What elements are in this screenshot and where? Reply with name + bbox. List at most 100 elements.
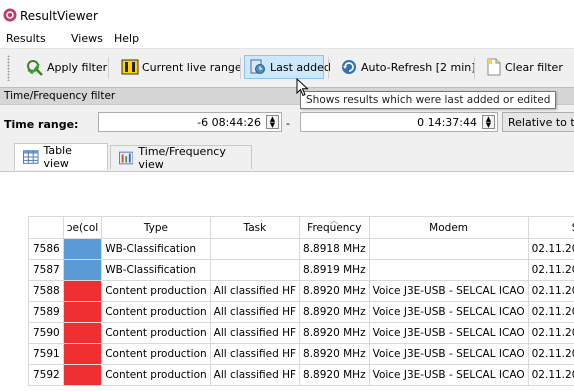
table-view-icon	[23, 150, 39, 164]
results-table: ɔe(col Type Task ︿ Frequency Modem S 758…	[28, 216, 574, 386]
column-header-type-color[interactable]: ɔe(col	[63, 217, 101, 239]
row-number-cell: 7587	[29, 260, 64, 281]
row-number-cell: 7588	[29, 281, 64, 302]
menu-views[interactable]: Views	[71, 32, 103, 45]
time-range-to-input[interactable]: 0 14:37:44 ▲▼	[300, 112, 498, 132]
apply-filter-button[interactable]: Apply filter	[22, 55, 102, 79]
time-range-row: Time range: -6 08:44:26 ▲▼ - 0 14:37:44 …	[0, 106, 574, 140]
modem-cell: Voice J3E-USB - SELCAL ICAO	[369, 302, 528, 323]
s-cell: 02.11.20	[528, 323, 574, 344]
frequency-cell: 8.8920 MHz	[300, 365, 370, 386]
column-header-s[interactable]: S	[528, 217, 574, 239]
table-row[interactable]: 7588 Content productionAll classified HF8…	[29, 281, 574, 302]
s-cell: 02.11.20	[528, 281, 574, 302]
frequency-cell: 8.8920 MHz	[300, 323, 370, 344]
menu-results[interactable]: Results	[6, 32, 46, 45]
frequency-cell: 8.8920 MHz	[300, 344, 370, 365]
spin-arrows-icon[interactable]: ▲▼	[266, 115, 279, 129]
type-cell: Content production	[102, 302, 210, 323]
toolbar-separator	[328, 57, 329, 79]
last-added-label: Last added	[270, 61, 331, 74]
result-viewer-window: ResultViewer Results Views Help Apply fi…	[0, 0, 574, 390]
frequency-cell: 8.8919 MHz	[300, 260, 370, 281]
spin-arrows-icon[interactable]: ▲▼	[482, 115, 495, 129]
table-row[interactable]: 7590 Content productionAll classified HF8…	[29, 323, 574, 344]
row-number-cell: 7590	[29, 323, 64, 344]
column-header-frequency[interactable]: ︿ Frequency	[300, 217, 370, 239]
tab-table-view-label: Table view	[44, 144, 100, 170]
frequency-cell: 8.8920 MHz	[300, 281, 370, 302]
column-header-modem[interactable]: Modem	[369, 217, 528, 239]
column-header-row-number[interactable]	[29, 217, 64, 239]
task-cell: All classified HF	[210, 365, 299, 386]
column-header-type[interactable]: Type	[102, 217, 210, 239]
task-cell: All classified HF	[210, 323, 299, 344]
type-color-cell	[63, 281, 101, 302]
tab-time-frequency-view[interactable]: Time/Frequency view	[110, 145, 252, 169]
s-cell: 02.11.20	[528, 365, 574, 386]
apply-filter-label: Apply filter	[47, 61, 107, 74]
clear-filter-button[interactable]: Clear filter	[482, 55, 572, 79]
table-row[interactable]: 7592 Content productionAll classified HF8…	[29, 365, 574, 386]
table-row[interactable]: 7589Content productionAll classified HF8…	[29, 302, 574, 323]
window-title: ResultViewer	[20, 9, 98, 23]
task-cell	[210, 260, 299, 281]
clear-filter-icon	[486, 58, 502, 76]
time-from-value: -6 08:44:26	[197, 116, 261, 129]
modem-cell	[369, 239, 528, 260]
s-cell: 02.11.20	[528, 344, 574, 365]
table-row[interactable]: 7586WB-Classification8.8918 MHz02.11.20	[29, 239, 574, 260]
task-cell	[210, 239, 299, 260]
s-cell: 02.11.20	[528, 302, 574, 323]
frequency-cell: 8.8920 MHz	[300, 302, 370, 323]
last-added-icon	[249, 58, 267, 76]
live-range-icon	[121, 58, 139, 76]
menu-bar: Results Views Help	[0, 28, 574, 48]
apply-filter-icon	[26, 58, 44, 76]
last-added-button[interactable]: Last added	[244, 55, 324, 79]
s-cell: 02.11.20	[528, 260, 574, 281]
filter-group-title: Time/Frequency filter	[4, 90, 115, 102]
task-cell: All classified HF	[210, 344, 299, 365]
column-header-task[interactable]: Task	[210, 217, 299, 239]
table-row[interactable]: 7587 WB-Classification 8.8919 MHz 02.11.20	[29, 260, 574, 281]
current-live-range-button[interactable]: Current live range	[117, 55, 237, 79]
type-cell: Content production	[102, 365, 210, 386]
type-cell: Content production	[102, 281, 210, 302]
last-added-tooltip: Shows results which were last added or e…	[300, 91, 556, 109]
title-bar: ResultViewer	[0, 0, 574, 28]
table-row[interactable]: 7591 Content productionAll classified HF8…	[29, 344, 574, 365]
time-range-from-input[interactable]: -6 08:44:26 ▲▼	[98, 112, 282, 132]
mouse-cursor-icon	[296, 78, 310, 98]
auto-refresh-button[interactable]: Auto-Refresh [2 min]	[336, 55, 468, 79]
type-cell: Content production	[102, 323, 210, 344]
row-number-cell: 7589	[29, 302, 64, 323]
toolbar-separator	[474, 57, 475, 79]
task-cell: All classified HF	[210, 281, 299, 302]
type-cell: WB-Classification	[102, 260, 210, 281]
tab-time-frequency-label: Time/Frequency view	[138, 145, 243, 171]
type-color-cell	[63, 344, 101, 365]
tab-table-view[interactable]: Table view	[14, 143, 108, 170]
toolbar-grip[interactable]	[7, 55, 10, 81]
auto-refresh-label: Auto-Refresh [2 min]	[361, 61, 476, 74]
time-range-label: Time range:	[4, 118, 78, 131]
table-header-row: ɔe(col Type Task ︿ Frequency Modem S	[29, 217, 574, 239]
modem-cell: Voice J3E-USB - SELCAL ICAO	[369, 365, 528, 386]
type-color-cell	[63, 260, 101, 281]
type-cell: Content production	[102, 344, 210, 365]
type-cell: WB-Classification	[102, 239, 210, 260]
toolbar-separator	[108, 57, 109, 79]
modem-cell	[369, 260, 528, 281]
time-frequency-icon	[119, 151, 133, 165]
row-number-cell: 7592	[29, 365, 64, 386]
time-to-value: 0 14:37:44	[417, 116, 477, 129]
row-number-cell: 7591	[29, 344, 64, 365]
relative-to-today-button[interactable]: Relative to to	[502, 112, 574, 132]
menu-help[interactable]: Help	[114, 32, 139, 45]
current-live-range-label: Current live range	[142, 61, 242, 74]
row-number-cell: 7586	[29, 239, 64, 260]
view-tabs: Table view Time/Frequency view	[0, 140, 574, 172]
table-view-panel: ɔe(col Type Task ︿ Frequency Modem S 758…	[0, 171, 574, 391]
modem-cell: Voice J3E-USB - SELCAL ICAO	[369, 344, 528, 365]
